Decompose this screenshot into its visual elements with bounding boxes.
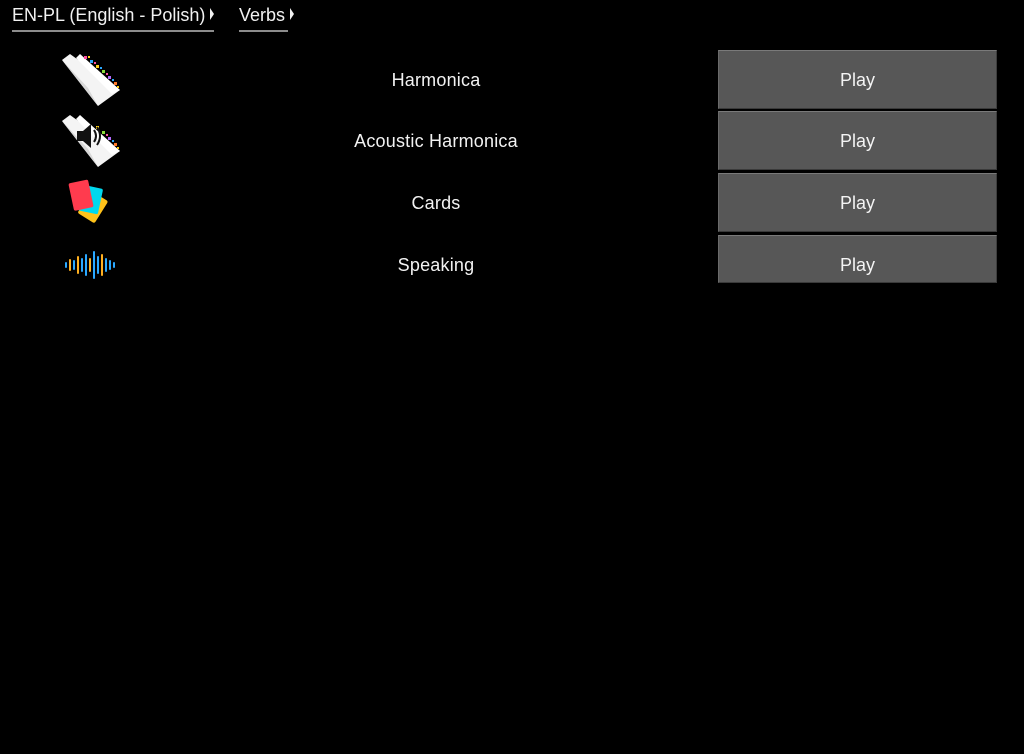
mode-label: Acoustic Harmonica: [354, 131, 518, 151]
mode-row-acoustic-harmonica: Acoustic Harmonica Play: [0, 111, 1024, 171]
play-button-acoustic-harmonica[interactable]: Play: [718, 111, 997, 170]
mode-row-harmonica: Harmonica Play: [0, 50, 1024, 110]
breadcrumb-arrow-icon: [210, 8, 215, 20]
breadcrumb-underline: [12, 30, 214, 32]
breadcrumb-item-course[interactable]: EN-PL (English - Polish): [12, 4, 215, 32]
breadcrumb-underline: [239, 30, 288, 32]
soundwave-icon: [60, 235, 122, 295]
book-icon: [60, 50, 122, 110]
play-button-harmonica[interactable]: Play: [718, 50, 997, 109]
mode-label: Harmonica: [391, 70, 481, 90]
mode-row-cards: Cards Play: [0, 173, 1024, 233]
breadcrumb-arrow-icon: [290, 8, 295, 20]
mode-label: Cards: [411, 193, 461, 213]
play-button-cards[interactable]: Play: [718, 173, 997, 232]
play-button-speaking[interactable]: Play: [718, 235, 997, 283]
cards-icon: [60, 173, 122, 233]
book-speaker-icon: [60, 111, 122, 171]
breadcrumb-item-category[interactable]: Verbs: [239, 4, 295, 32]
mode-label: Speaking: [397, 255, 475, 275]
mode-row-speaking: Speaking Play: [0, 235, 1024, 295]
breadcrumb-label-category: Verbs: [239, 5, 286, 25]
breadcrumb-label-course: EN-PL (English - Polish): [12, 5, 206, 25]
